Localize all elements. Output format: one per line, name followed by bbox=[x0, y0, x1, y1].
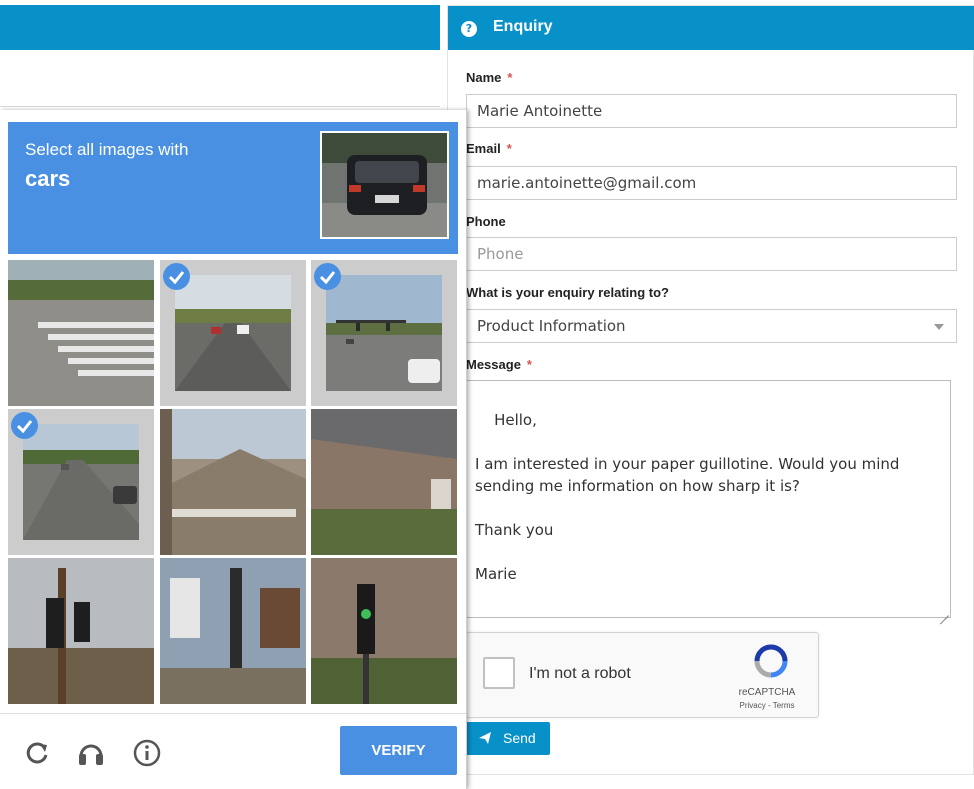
topic-select-value: Product Information bbox=[477, 317, 626, 335]
reload-icon[interactable] bbox=[22, 738, 52, 768]
recaptcha-brand: reCAPTCHA bbox=[738, 687, 796, 698]
recaptcha-widget: I'm not a robot reCAPTCHA Privacy - Term… bbox=[466, 632, 819, 718]
recaptcha-logo-icon bbox=[754, 644, 788, 678]
enquiry-header: ? Enquiry bbox=[448, 6, 974, 50]
challenge-tile[interactable] bbox=[160, 409, 306, 555]
challenge-header: Select all images with cars bbox=[8, 122, 458, 254]
topic-select[interactable]: Product Information bbox=[466, 309, 957, 343]
resize-handle[interactable] bbox=[939, 606, 949, 616]
challenge-tile[interactable] bbox=[8, 558, 154, 704]
message-text: Hello, I am interested in your paper gui… bbox=[475, 411, 900, 583]
challenge-footer-divider bbox=[0, 713, 466, 714]
help-icon: ? bbox=[461, 21, 477, 37]
info-icon[interactable] bbox=[132, 738, 162, 768]
paper-plane-icon bbox=[479, 732, 491, 744]
recaptcha-terms-link[interactable]: Privacy - Terms bbox=[722, 701, 812, 710]
send-button[interactable]: Send bbox=[466, 722, 550, 755]
challenge-object: cars bbox=[25, 166, 71, 191]
background-panel-header bbox=[0, 5, 440, 50]
check-icon bbox=[163, 263, 190, 290]
challenge-instruction: Select all images with bbox=[25, 140, 189, 159]
challenge-tile-selected[interactable] bbox=[311, 260, 457, 406]
verify-button[interactable]: VERIFY bbox=[340, 726, 457, 775]
challenge-tile-selected[interactable] bbox=[160, 260, 306, 406]
challenge-tile[interactable] bbox=[8, 260, 154, 406]
enquiry-title: Enquiry bbox=[493, 18, 553, 35]
message-label-text: Message bbox=[466, 357, 521, 372]
send-button-label: Send bbox=[503, 730, 536, 746]
check-icon bbox=[314, 263, 341, 290]
topic-label: What is your enquiry relating to? bbox=[466, 285, 669, 300]
challenge-tile[interactable] bbox=[160, 558, 306, 704]
sample-image bbox=[320, 131, 449, 239]
chevron-down-icon bbox=[934, 324, 944, 330]
email-field[interactable]: marie.antoinette@gmail.com bbox=[466, 166, 957, 200]
name-field[interactable]: Marie Antoinette bbox=[466, 94, 957, 128]
phone-field[interactable]: Phone bbox=[466, 237, 957, 271]
name-label-text: Name bbox=[466, 70, 502, 85]
name-label: Name * bbox=[466, 70, 512, 85]
captcha-challenge: Select all images with cars VERIFY bbox=[0, 110, 467, 789]
required-marker: * bbox=[526, 357, 532, 372]
challenge-tile[interactable] bbox=[311, 409, 457, 555]
recaptcha-label: I'm not a robot bbox=[529, 665, 631, 682]
divider bbox=[0, 106, 440, 107]
audio-icon[interactable] bbox=[76, 738, 106, 768]
enquiry-panel: ? Enquiry Name * Marie Antoinette Email * … bbox=[447, 5, 974, 775]
email-label: Email * bbox=[466, 141, 512, 156]
message-field[interactable]: Hello, I am interested in your paper gui… bbox=[466, 380, 951, 618]
required-marker: * bbox=[506, 141, 512, 156]
challenge-tile-selected[interactable] bbox=[8, 409, 154, 555]
message-label: Message * bbox=[466, 357, 532, 372]
email-label-text: Email bbox=[466, 141, 501, 156]
check-icon bbox=[11, 412, 38, 439]
required-marker: * bbox=[507, 70, 513, 85]
challenge-tile[interactable] bbox=[311, 558, 457, 704]
recaptcha-checkbox[interactable] bbox=[483, 657, 515, 689]
phone-label: Phone bbox=[466, 214, 506, 229]
